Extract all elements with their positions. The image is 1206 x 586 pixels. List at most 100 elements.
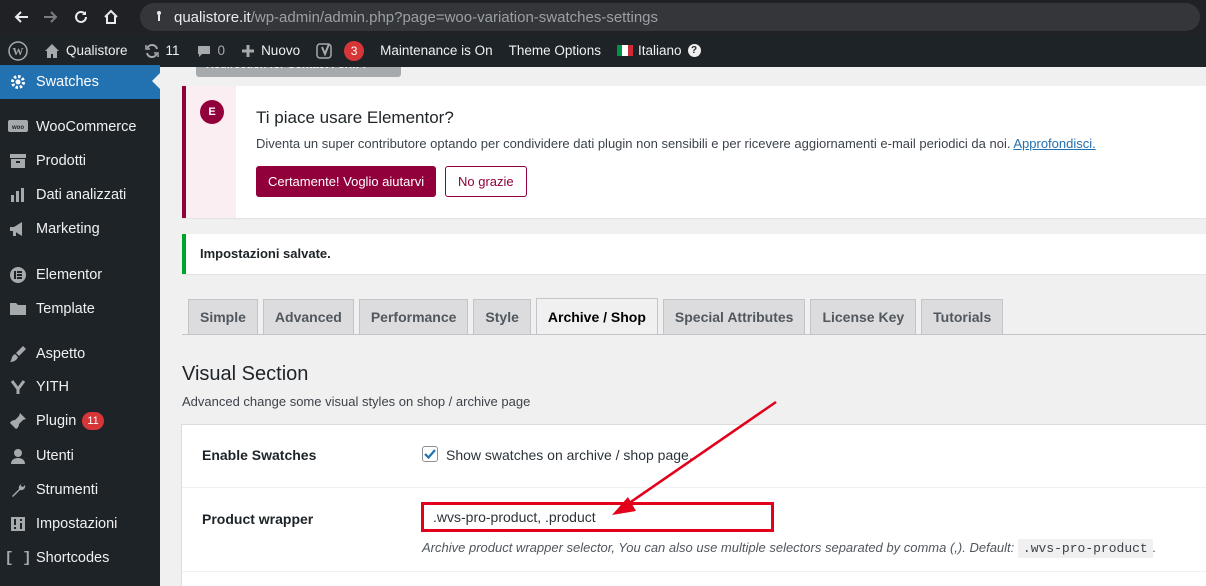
learn-more-link[interactable]: Approfondisci. [1013,136,1095,151]
product-wrapper-input[interactable]: .wvs-pro-product, .product [421,502,774,532]
theme-options-label: Theme Options [508,43,601,58]
comment-icon [196,43,212,59]
url-host: qualistore.it [174,8,251,26]
user-icon [0,448,36,464]
site-info-icon[interactable] [152,8,166,27]
browser-toolbar: qualistore.it/wp-admin/admin.php?page=wo… [0,0,1206,34]
help-icon: ? [687,44,701,57]
comments-link[interactable]: 0 [188,34,234,67]
settings-tabs: Simple Advanced Performance Style Archiv… [188,298,1008,334]
site-name-link[interactable]: Qualistore [36,34,136,67]
reload-icon[interactable] [66,0,96,34]
language-label: Italiano [637,43,682,58]
main-content: Redirection for Contact Form 7 E Ti piac… [160,67,1206,586]
sidebar-item-label: Impostazioni [36,516,118,532]
settings-saved-notice: Impostazioni salvate. [182,234,1206,274]
redirection-button[interactable]: Redirection for Contact Form 7 [196,67,401,77]
back-icon[interactable] [6,0,36,34]
maintenance-link[interactable]: Maintenance is On [372,34,501,67]
sidebar-item-label: Marketing [36,221,100,237]
plus-icon [241,44,255,58]
sidebar-item-template[interactable]: Template [0,292,160,326]
elementor-notice: E Ti piace usare Elementor? Diventa un s… [182,86,1206,218]
sidebar-item-utenti[interactable]: Utenti [0,439,160,473]
tab-performance[interactable]: Performance [358,299,469,334]
sidebar-item-label: Aspetto [36,346,86,362]
section-title: Visual Section [182,363,309,385]
product-wrapper-help: Archive product wrapper selector, You ca… [422,539,1157,558]
wordpress-logo[interactable]: W [0,34,36,67]
url-text[interactable]: qualistore.it/wp-admin/admin.php?page=wo… [174,9,658,26]
tab-advanced[interactable]: Advanced [262,299,354,334]
updates-link[interactable]: 11 [136,34,188,67]
sidebar-item-label: Strumenti [36,482,99,498]
row-divider [182,571,1206,572]
enable-swatches-checkbox[interactable] [422,446,438,462]
language-switcher[interactable]: Italiano ? [609,34,709,67]
product-wrapper-label: Product wrapper [202,511,314,527]
folder-icon [0,301,36,317]
help-text: Archive product wrapper selector, You ca… [422,540,1015,555]
wordpress-icon: W [8,40,28,61]
elementor-icon [0,266,36,284]
tabs-divider [182,334,1206,335]
wrench-icon [0,482,36,498]
sidebar-item-plugin[interactable]: Plugin 11 [0,404,160,438]
archive-icon [0,153,36,169]
sidebar-item-marketing[interactable]: Marketing [0,212,160,246]
sidebar-item-yith[interactable]: YITH [0,370,160,404]
notice-icon-column: E [186,86,236,218]
elementor-logo-icon: E [200,100,224,124]
opt-in-button[interactable]: Certamente! Voglio aiutarvi [256,166,437,197]
sidebar-item-elementor[interactable]: Elementor [0,258,160,292]
sidebar-item-aspetto[interactable]: Aspetto [0,337,160,371]
sidebar-item-label: Template [36,301,95,317]
settings-icon [0,516,36,532]
comments-count: 0 [217,43,226,58]
updates-icon [144,43,160,59]
gear-icon [0,73,36,91]
sidebar-item-label: Dati analizzati [36,187,127,203]
dismiss-button[interactable]: No grazie [445,166,527,197]
svg-text:W: W [13,46,24,58]
sidebar-item-impostazioni[interactable]: Impostazioni [0,507,160,541]
theme-options-link[interactable]: Theme Options [501,34,609,67]
yoast-link[interactable]: 3 [308,34,372,67]
forward-icon[interactable] [36,0,66,34]
sidebar-item-label: Utenti [36,448,74,464]
notice-title: Ti piace usare Elementor? [256,108,454,127]
sidebar-item-label: YITH [36,379,70,395]
megaphone-icon [0,221,36,237]
tab-special-attributes[interactable]: Special Attributes [662,299,806,334]
tab-simple[interactable]: Simple [188,299,258,334]
sidebar-item-label: Swatches [36,74,99,90]
plugin-update-badge: 11 [82,412,104,430]
enable-swatches-checkbox-label[interactable]: Show swatches on archive / shop page. [446,447,693,463]
sidebar-item-woocommerce[interactable]: woo WooCommerce [0,110,160,144]
tab-tutorials[interactable]: Tutorials [921,299,1004,334]
admin-sidebar: Swatches woo WooCommerce Prodotti Dati a… [0,65,160,586]
maintenance-label: Maintenance is On [380,43,493,58]
sidebar-item-shortcodes[interactable]: [ ] Shortcodes [0,541,160,575]
enable-swatches-label: Enable Swatches [202,447,317,463]
new-content-link[interactable]: Nuovo [233,34,308,67]
tab-style[interactable]: Style [473,299,531,334]
url-path: /wp-admin/admin.php?page=woo-variation-s… [250,8,659,26]
sidebar-item-dati-analizzati[interactable]: Dati analizzati [0,178,160,212]
sidebar-item-label: Shortcodes [36,550,110,566]
italy-flag-icon [616,45,633,56]
tab-archive-shop[interactable]: Archive / Shop [535,298,658,334]
bar-chart-icon [0,187,36,203]
settings-saved-text: Impostazioni salvate. [200,246,331,261]
address-bar[interactable]: qualistore.it/wp-admin/admin.php?page=wo… [140,3,1200,31]
sidebar-item-strumenti[interactable]: Strumenti [0,473,160,507]
default-selector-code: .wvs-pro-product [1017,539,1153,558]
site-name: Qualistore [66,43,128,58]
wp-admin-bar: W Qualistore 11 0 Nuovo 3 Maintenance is… [0,34,1206,67]
sidebar-item-swatches[interactable]: Swatches [0,65,160,99]
sidebar-item-prodotti[interactable]: Prodotti [0,144,160,178]
updates-count: 11 [165,43,180,58]
home-icon[interactable] [96,0,126,34]
help-text-end: . [1152,540,1157,555]
tab-license-key[interactable]: License Key [810,299,917,334]
